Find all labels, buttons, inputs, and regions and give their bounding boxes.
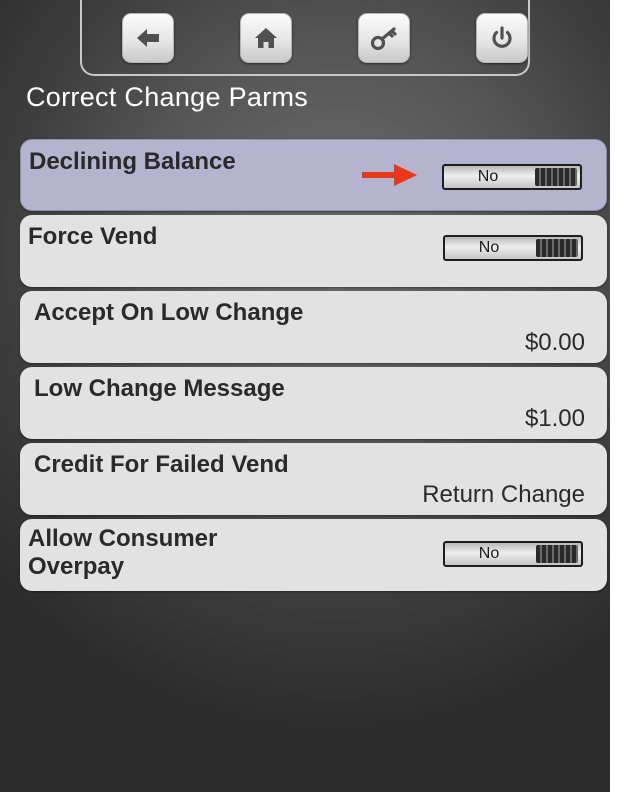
- toggle-value: No: [478, 239, 500, 256]
- home-icon: [255, 28, 277, 48]
- allow-consumer-overpay-toggle[interactable]: No: [443, 541, 583, 567]
- toggle-knob: [536, 545, 578, 563]
- key-icon: [370, 27, 397, 51]
- setting-value: $0.00: [524, 329, 585, 356]
- indicator-arrow-icon: [362, 164, 417, 186]
- setting-label: Force Vend: [28, 223, 158, 250]
- setting-row-force-vend[interactable]: Force Vend No: [20, 215, 607, 287]
- screen: Correct Change Parms Declining Balance N…: [0, 0, 610, 792]
- setting-label: Allow Consumer Overpay: [28, 525, 218, 580]
- key-button[interactable]: [358, 13, 410, 63]
- power-button[interactable]: [476, 13, 528, 63]
- top-nav-bar: [80, 0, 530, 76]
- toggle-knob: [536, 239, 578, 257]
- force-vend-toggle[interactable]: No: [443, 235, 583, 261]
- home-button[interactable]: [240, 13, 292, 63]
- setting-label: Declining Balance: [29, 148, 236, 175]
- setting-value: Return Change: [422, 481, 585, 508]
- setting-row-allow-consumer-overpay[interactable]: Allow Consumer Overpay No: [20, 519, 607, 591]
- toggle-value: No: [478, 545, 500, 562]
- setting-row-declining-balance[interactable]: Declining Balance No: [20, 139, 607, 211]
- setting-row-low-change-message[interactable]: Low Change Message $1.00: [20, 367, 607, 439]
- setting-row-credit-for-failed-vend[interactable]: Credit For Failed Vend Return Change: [20, 443, 607, 515]
- setting-label: Accept On Low Change: [34, 299, 304, 326]
- power-icon: [492, 26, 512, 48]
- setting-value: $1.00: [524, 405, 585, 432]
- setting-row-accept-on-low-change[interactable]: Accept On Low Change $0.00: [20, 291, 607, 363]
- declining-balance-toggle[interactable]: No: [442, 164, 582, 190]
- setting-label: Low Change Message: [34, 375, 285, 402]
- back-button[interactable]: [122, 13, 174, 63]
- toggle-value: No: [477, 168, 499, 185]
- toggle-knob: [535, 168, 577, 186]
- back-arrow-icon: [137, 29, 159, 47]
- setting-label: Credit For Failed Vend: [34, 451, 289, 478]
- page-title: Correct Change Parms: [26, 82, 309, 112]
